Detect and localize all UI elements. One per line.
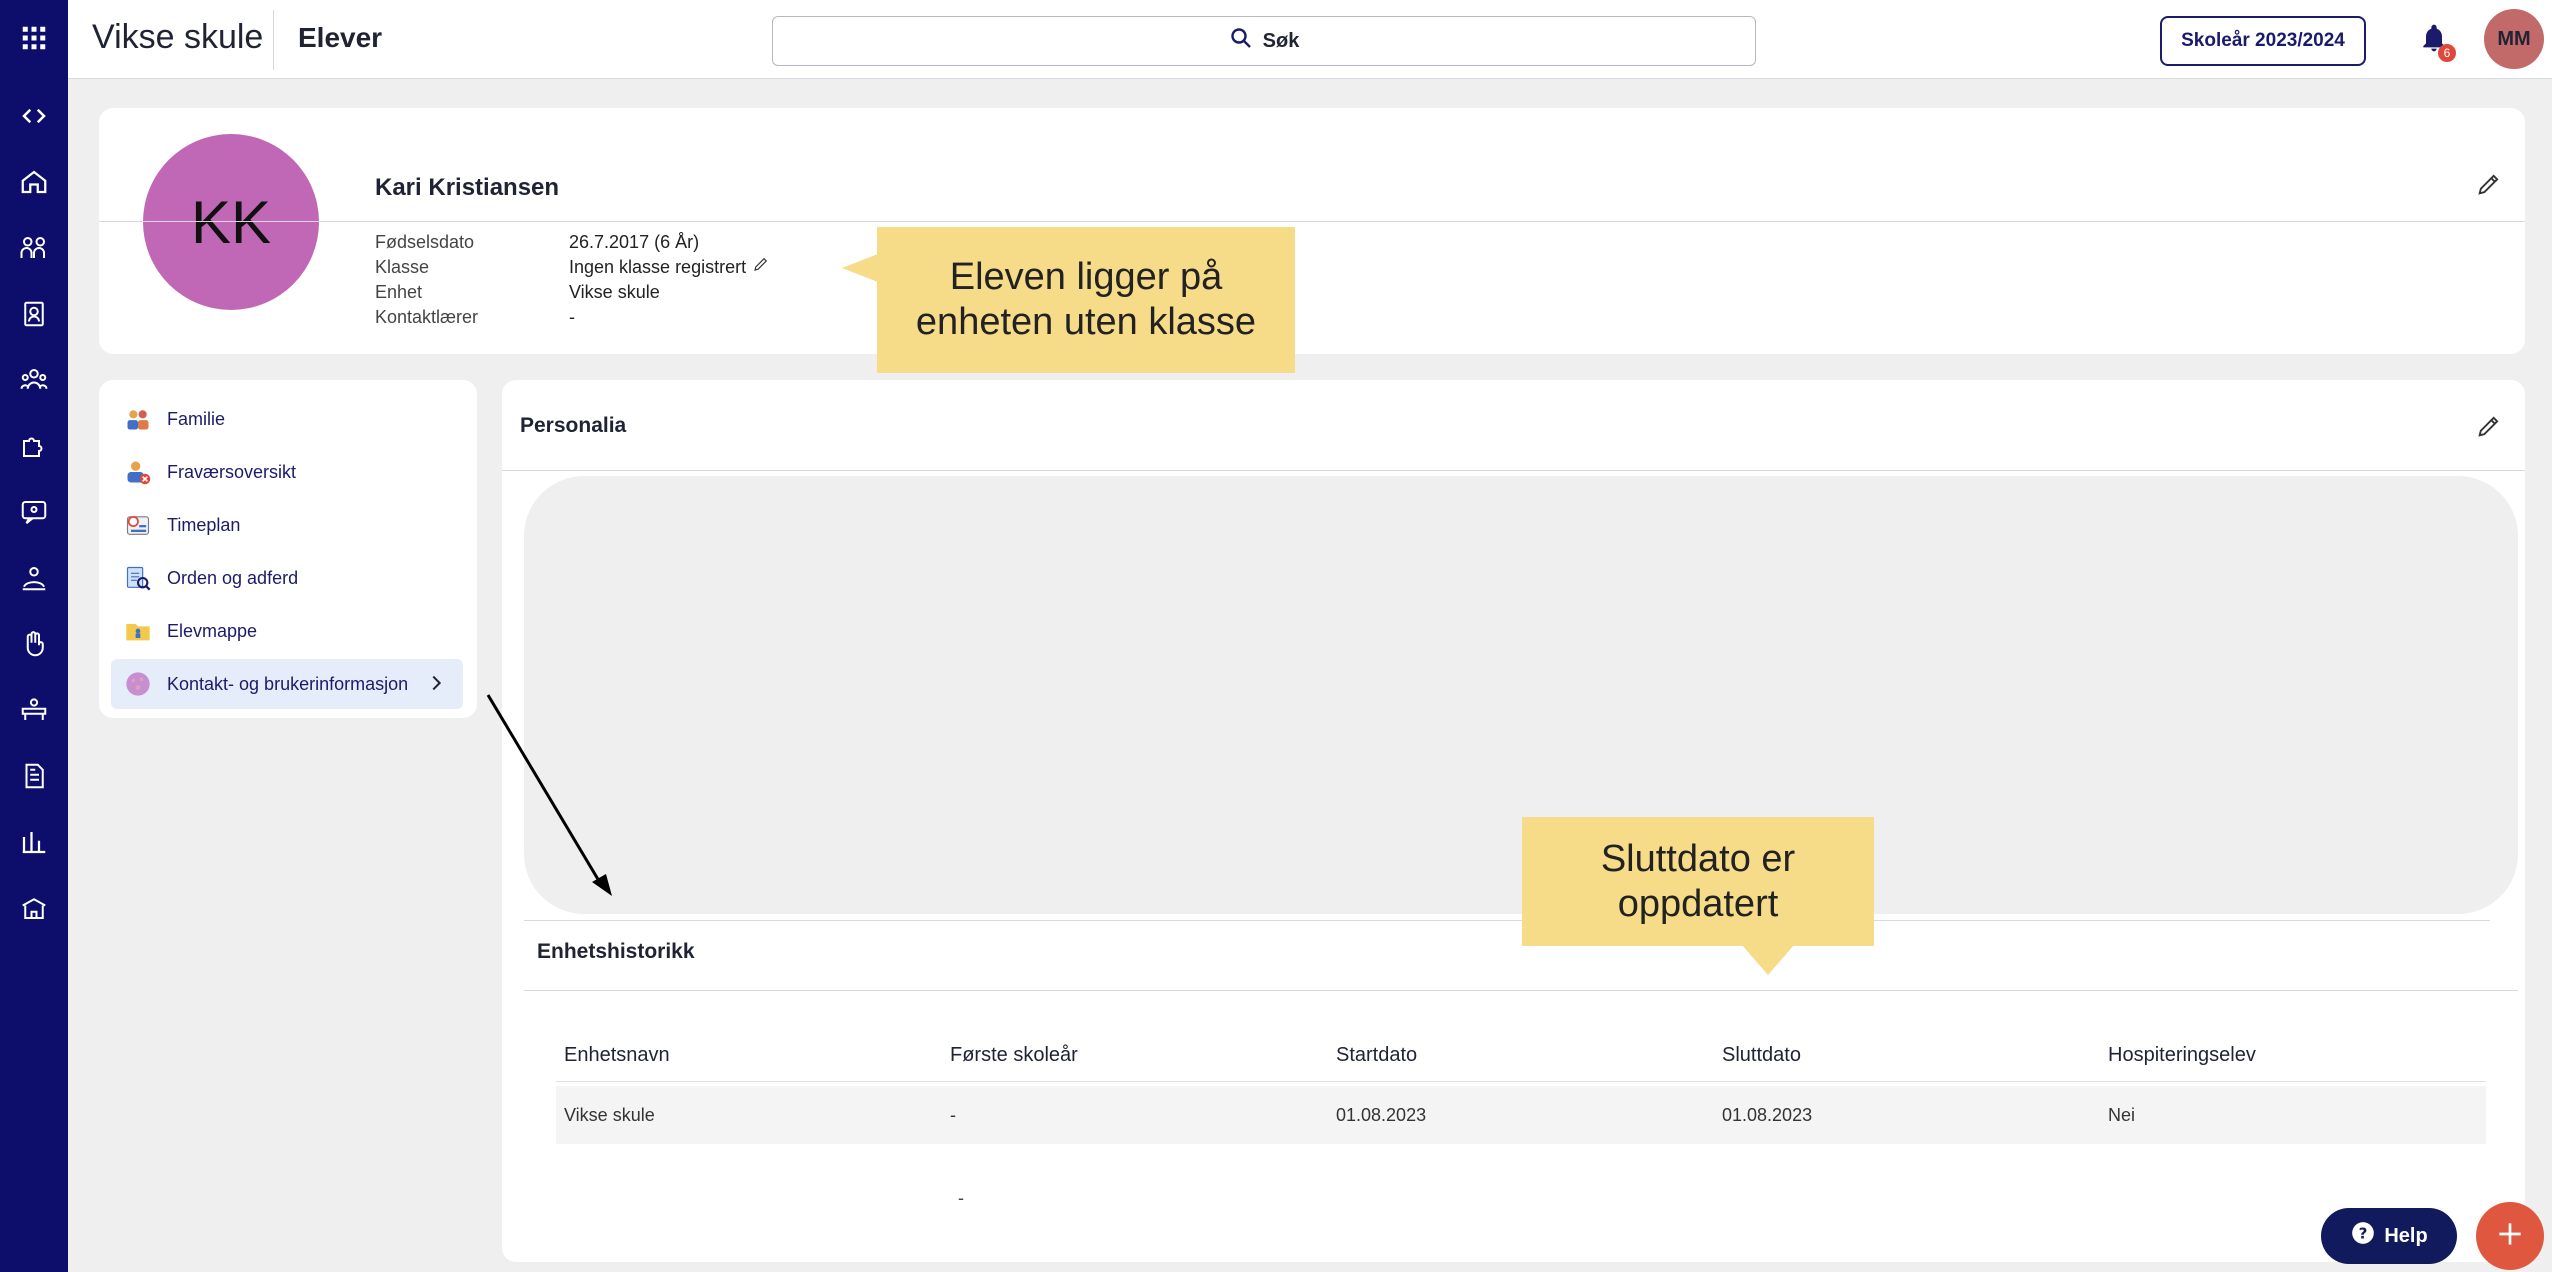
search-input[interactable]: Søk [772,16,1756,66]
behavior-icon [123,563,153,593]
menu-item-label: Elevmappe [167,620,258,641]
column-header: Enhetsnavn [564,1044,670,1066]
personalia-divider [502,470,2525,471]
search-label: Søk [1262,29,1300,52]
menu-item-familie[interactable]: Familie [111,394,463,444]
column-header: Startdato [1336,1044,1418,1066]
absence-icon [123,457,153,487]
menu-item-orden-og-adferd[interactable]: Orden og adferd [111,553,463,603]
callout-no-class: Eleven ligger på enheten uten klasse [877,227,1295,373]
history-divider [524,990,2518,991]
trailing-dash: - [958,1188,964,1208]
table-cell: 01.08.2023 [1722,1104,1813,1125]
plus-icon [2494,1218,2526,1255]
student-name: Kari Kristiansen [375,174,560,201]
help-icon: ? [2350,1220,2376,1252]
home-icon[interactable] [14,162,54,202]
column-header: Første skoleår [950,1044,1078,1066]
annotation-arrow [486,694,612,896]
menu-item-label: Kontakt- og brukerinformasjon [167,673,409,694]
column-header: Sluttdato [1722,1044,1801,1066]
svg-text:?: ? [2359,1224,2368,1242]
student-menu: Familie Fraværsoversikt Timeplan Orden o… [99,380,477,718]
help-label: Help [2384,1224,2428,1247]
app-title[interactable]: Vikse skule [92,18,263,57]
folder-icon [123,616,153,646]
menu-item-label: Orden og adferd [167,567,299,588]
edit-profile-button[interactable] [2475,170,2507,202]
desk-icon[interactable] [14,690,54,730]
class-value: Ingen klasse registrert [569,257,747,277]
school-year-button[interactable]: Skoleår 2023/2024 [2160,16,2366,66]
edit-personalia-button[interactable] [2475,412,2507,444]
menu-item-fravaersoversikt[interactable]: Fraværsoversikt [111,447,463,497]
menu-item-label: Timeplan [167,514,241,535]
table-cell: - [950,1104,956,1125]
pencil-icon [2475,416,2503,444]
personalia-title: Personalia [520,414,627,437]
callout-end-date: Sluttdato er oppdatert [1522,817,1874,946]
person-care-icon[interactable] [14,558,54,598]
student-profile-card: KK Kari Kristiansen Fødselsdato 26.7.201… [99,108,2525,354]
contact-icon [123,669,153,699]
schedule-icon [123,510,153,540]
title-divider [273,10,274,70]
history-title: Enhetshistorikk [537,940,695,963]
expand-collapse-icon[interactable] [14,96,54,136]
menu-item-timeplan[interactable]: Timeplan [111,500,463,550]
page-title: Elever [298,22,383,53]
profile-divider [99,221,2525,222]
personalia-card: Personalia Enhetshistorikk Enhetsnavn Fø… [502,380,2525,1262]
chat-icon[interactable] [14,492,54,532]
callout-tail [842,254,878,282]
student-info: Fødselsdato 26.7.2017 (6 År) Klasse Inge… [375,230,770,330]
birthdate-value: 26.7.2017 (6 År) [569,232,700,252]
history-table-header: Enhetsnavn Første skoleår Startdato Slut… [556,1030,2486,1082]
column-header: Hospiteringselev [2108,1044,2256,1066]
birthdate-label: Fødselsdato [375,232,475,252]
table-row[interactable]: Vikse skule - 01.08.2023 01.08.2023 Nei [556,1086,2486,1144]
class-value-row: Ingen klasse registrert [569,255,770,280]
side-nav-rail [0,0,68,1272]
app-grid-icon[interactable] [14,18,54,58]
notifications-button[interactable]: 6 [2418,22,2458,62]
callout-tail [1742,945,1794,975]
table-cell: Nei [2108,1104,2136,1125]
menu-item-kontakt-og-brukerinformasjon[interactable]: Kontakt- og brukerinformasjon [111,659,463,709]
bar-chart-icon[interactable] [14,822,54,862]
menu-item-elevmappe[interactable]: Elevmappe [111,606,463,656]
user-avatar[interactable]: MM [2484,9,2544,69]
students-icon[interactable] [14,228,54,268]
student-avatar: KK [143,134,319,310]
personalia-content-placeholder [524,476,2518,914]
history-top-divider [524,920,2490,921]
unit-value: Vikse skule [569,282,660,302]
help-button[interactable]: ? Help [2321,1208,2457,1264]
top-bar: Vikse skule Elever Søk Skoleår 2023/2024… [68,0,2552,79]
document-icon[interactable] [14,756,54,796]
chevron-right-icon [425,672,447,694]
class-label: Klasse [375,257,430,277]
badge-icon[interactable] [14,294,54,334]
table-cell: 01.08.2023 [1336,1104,1427,1125]
search-icon [1229,26,1253,56]
notification-badge: 6 [2438,44,2456,62]
hand-icon[interactable] [14,624,54,664]
groups-icon[interactable] [14,360,54,400]
menu-item-label: Fraværsoversikt [167,461,297,482]
menu-item-label: Familie [167,408,226,429]
pencil-icon [2475,174,2503,202]
unit-label: Enhet [375,282,423,302]
contact-teacher-label: Kontaktlærer [375,307,479,327]
contact-teacher-value: - [569,307,575,327]
edit-class-pencil-icon[interactable] [752,255,770,280]
table-cell: Vikse skule [564,1104,655,1125]
school-icon[interactable] [14,888,54,928]
add-button[interactable] [2476,1202,2544,1270]
family-icon [123,404,153,434]
puzzle-icon[interactable] [14,426,54,466]
